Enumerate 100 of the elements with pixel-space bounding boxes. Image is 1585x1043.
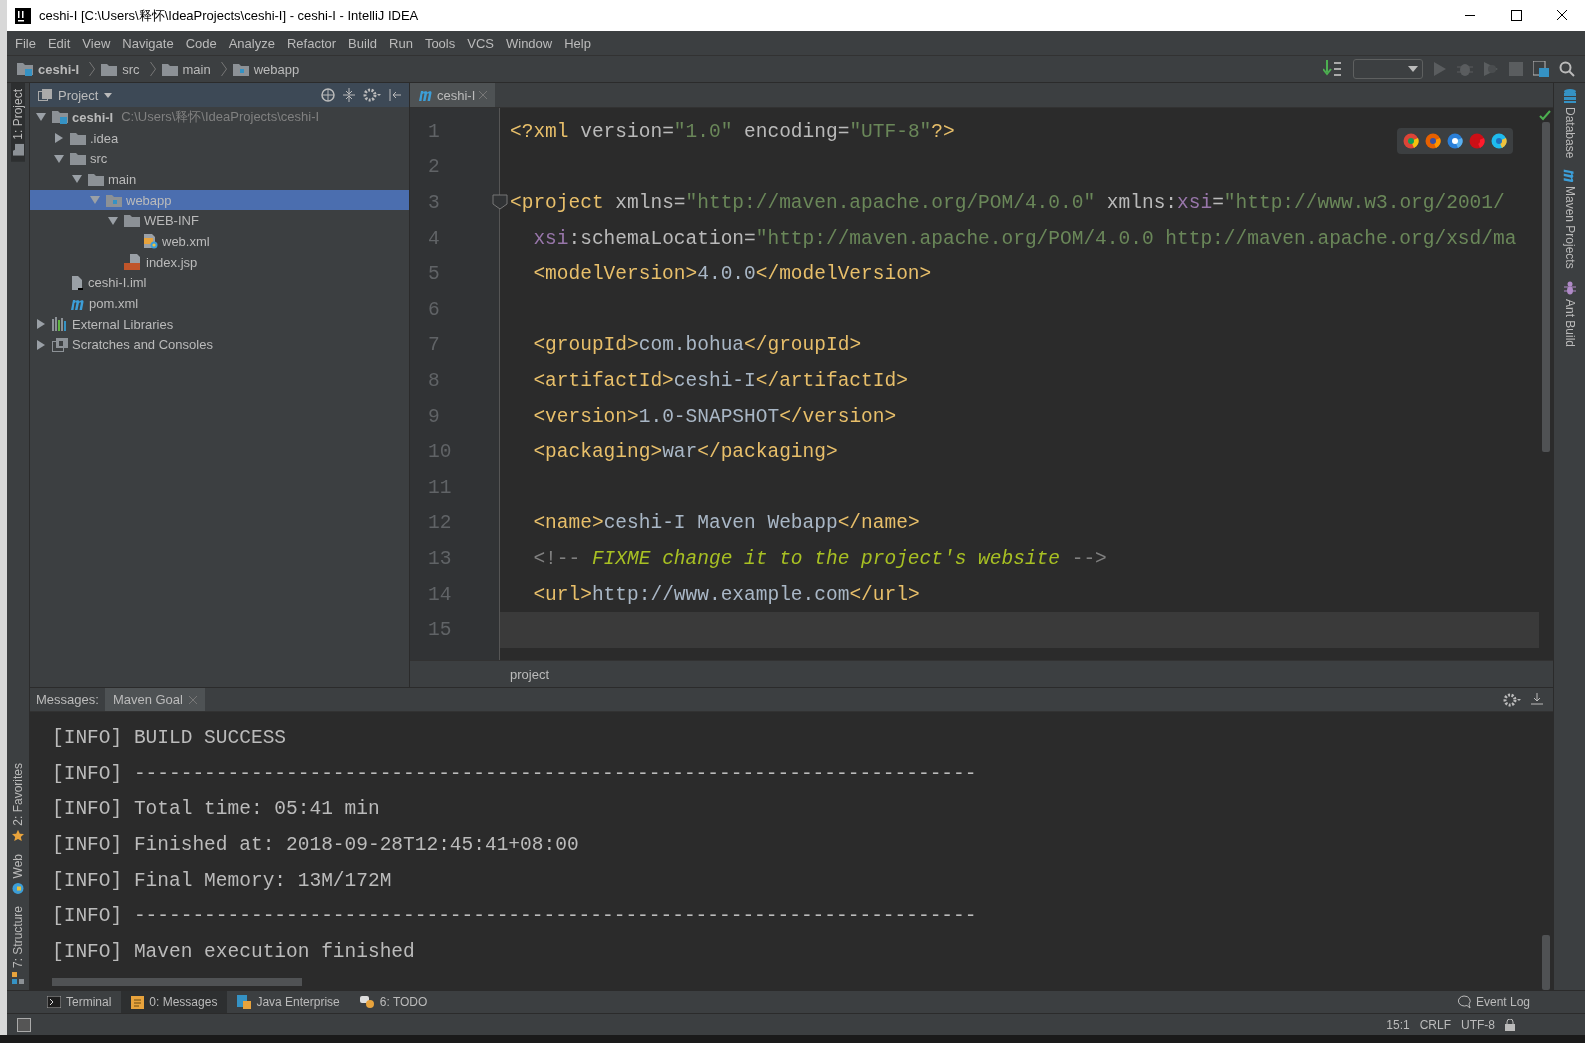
event-log-button[interactable]: Event Log [1475,995,1530,1009]
collapse-all-icon[interactable] [343,88,355,102]
console-line: [INFO] Finished at: 2018-09-28T12:45:41+08:00 [52,833,579,856]
code-line: xsi:schemaLocation="http://maven.apache.org/POM/4.0.0 http://maven.apache.org/xsd/ma [532,227,1517,250]
folder-icon [70,131,86,145]
breadcrumb[interactable]: src [122,61,140,77]
scrollbar-thumb[interactable] [52,978,302,986]
settings-icon[interactable] [363,88,381,102]
code-line: <groupId>com.bohua</groupId> [532,334,862,357]
expand-arrow-icon[interactable] [108,215,118,226]
tool-window-tab[interactable]: Terminal [37,991,122,1013]
tree-item[interactable]: Scratches and Consoles [30,334,409,356]
folder-icon [106,193,122,207]
scrollbar-thumb[interactable] [1542,935,1550,990]
hide-panel-icon[interactable] [1531,692,1543,705]
scrollbar-thumb[interactable] [1542,122,1550,452]
jsp-file-icon [124,254,142,271]
tool-window-button[interactable]: Database [1562,83,1577,165]
java-enterprise-icon [237,995,252,1009]
menu-item[interactable]: File [9,35,42,51]
menu-item[interactable]: Build [342,35,383,51]
file-icon [70,274,84,291]
menu-item[interactable]: Tools [418,35,462,51]
code-line: <packaging>war</packaging> [532,441,838,464]
locate-icon[interactable] [321,88,335,102]
menu-item[interactable]: Refactor [280,35,343,51]
hide-panel-icon[interactable] [389,89,401,101]
tool-windows-icon[interactable] [17,1017,31,1032]
console-line: [INFO] ------------------------------------------------------------------------ [52,905,977,928]
expand-arrow-icon[interactable] [54,153,64,164]
console-line: [INFO] BUILD SUCCESS [52,726,287,749]
project-structure-icon[interactable] [1533,61,1549,77]
file-encoding[interactable]: UTF-8 [1461,1017,1495,1032]
settings-icon[interactable] [1503,692,1521,707]
binary-download-icon[interactable] [1323,60,1343,78]
tree-item[interactable]: web.xml [30,231,409,252]
browser-icon[interactable] [1491,133,1507,149]
menu-item[interactable]: Navigate [116,35,180,51]
collapse-arrow-icon[interactable] [54,133,64,144]
tool-window-button[interactable]: 1: Project [11,83,25,162]
browser-icon[interactable] [1447,133,1463,149]
code-line: <name>ceshi-I Maven Webapp</name> [532,512,920,535]
tool-window-button[interactable]: 2: Favorites [11,756,25,848]
breadcrumb[interactable]: webapp [253,61,300,77]
collapse-arrow-icon[interactable] [36,319,46,330]
tree-item[interactable]: main [30,169,409,190]
tool-window-button[interactable]: 7: Structure [11,899,25,990]
console-line: [INFO] Final Memory: 13M/172M [52,869,392,892]
expand-arrow-icon[interactable] [36,112,46,123]
browser-icon[interactable] [1425,133,1441,149]
path-label: C:\Users\释怀\IdeaProjects\ceshi-I [121,108,320,127]
tree-item[interactable]: ceshi-I C:\Users\释怀\IdeaProjects\ceshi-I [30,107,409,128]
cursor-position[interactable]: 15:1 [1386,1017,1410,1032]
tree-item[interactable]: src [30,148,409,170]
folder-icon [101,62,118,76]
menu-item[interactable]: Run [383,35,419,51]
folder-icon [88,172,104,186]
lock-icon[interactable] [1505,1018,1515,1031]
menu-item[interactable]: Analyze [222,35,281,51]
caret-icon[interactable] [1408,66,1418,72]
editor-breadcrumb[interactable]: project [510,666,550,682]
editor-tab[interactable]: ceshi-I [410,83,496,107]
tool-window-button[interactable]: Maven Projects [1562,164,1577,276]
panel-title[interactable]: Project [58,87,99,103]
tree-item[interactable]: ceshi-I.iml [30,272,409,294]
expand-arrow-icon[interactable] [72,174,82,185]
m-logo-icon [418,89,433,101]
terminal-icon [47,996,61,1008]
panel-tab[interactable]: Maven Goal [104,688,205,711]
folder-icon [70,152,86,166]
breadcrumb[interactable]: ceshi-I [38,61,80,77]
tree-item[interactable]: .idea [30,127,409,149]
xml-file-icon [142,233,158,250]
menu-item[interactable]: View [76,35,117,51]
line-separator[interactable]: CRLF [1419,1017,1451,1032]
tool-window-button[interactable]: Web [11,847,25,900]
tool-window-button[interactable]: Ant Build [1562,275,1577,354]
menu-item[interactable]: Code [179,35,223,51]
tree-item[interactable]: WEB-INF [30,210,409,232]
tool-window-tab[interactable]: Java Enterprise [227,991,350,1013]
folder-icon [161,62,178,76]
fold-marker-icon[interactable] [492,194,508,211]
messages-icon [131,995,145,1009]
collapse-arrow-icon[interactable] [36,339,46,350]
menu-item[interactable]: Window [499,35,559,51]
speech-bubble-icon[interactable] [1456,995,1471,1009]
menu-item[interactable]: Help [558,35,597,51]
tree-item[interactable]: index.jsp [30,251,409,273]
search-icon[interactable] [1559,61,1575,77]
tool-window-tab[interactable]: 0: Messages [121,991,228,1013]
menu-item[interactable]: VCS [461,35,500,51]
tree-item[interactable]: pom.xml [30,293,409,314]
caret-icon[interactable] [104,92,113,98]
browser-icon[interactable] [1403,133,1419,149]
menu-item[interactable]: Edit [41,35,77,51]
run-configuration-dropdown[interactable] [1353,59,1423,79]
tree-item[interactable]: External Libraries [30,313,409,335]
tool-window-tab[interactable]: 6: TODO [349,991,438,1013]
code-line: <version>1.0-SNAPSHOT</version> [532,405,897,428]
breadcrumb[interactable]: main [182,61,211,77]
